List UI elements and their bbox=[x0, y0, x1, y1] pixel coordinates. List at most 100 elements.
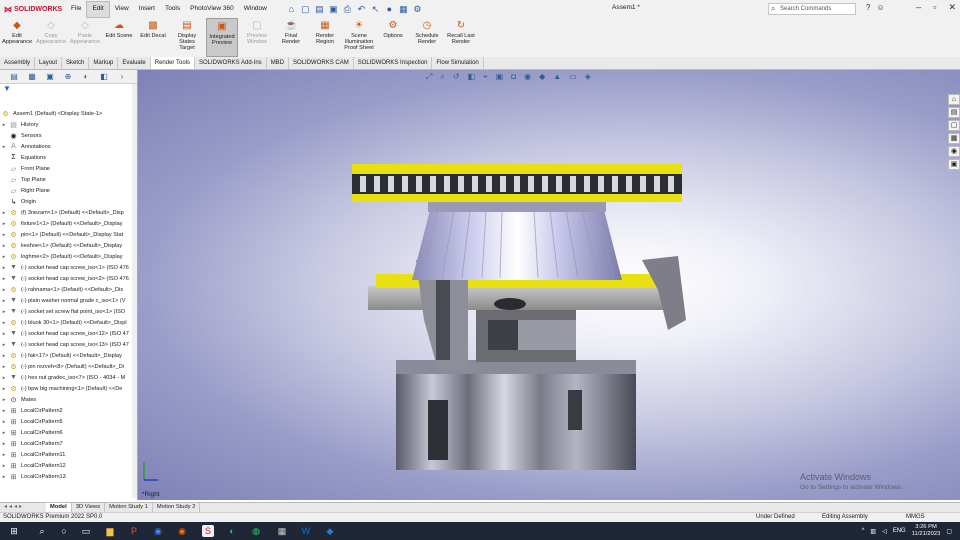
tab-sketch[interactable]: Sketch bbox=[62, 57, 90, 69]
tree-item[interactable]: ▱ Top Plane bbox=[0, 174, 138, 185]
calculator-icon[interactable]: ▦ bbox=[276, 525, 288, 537]
tree-root[interactable]: ⚙ Assem1 (Default) <Display State-1> bbox=[0, 108, 138, 119]
account-icon[interactable]: ☺ bbox=[876, 3, 884, 12]
expand-arrow-icon[interactable]: ▸ bbox=[0, 375, 8, 381]
expand-arrow-icon[interactable]: ▸ bbox=[0, 386, 8, 392]
tab-layout[interactable]: Layout bbox=[35, 57, 63, 69]
unit-system[interactable]: MMGS bbox=[906, 514, 925, 520]
tab-evaluate[interactable]: Evaluate bbox=[118, 57, 151, 69]
tree-item[interactable]: ▸ ⚙ (-) fak<17> (Default) <<Default>_Displ… bbox=[0, 350, 138, 361]
expand-arrow-icon[interactable]: ▸ bbox=[0, 309, 8, 315]
expand-arrow-icon[interactable]: ▸ bbox=[0, 419, 8, 425]
volume-icon[interactable]: ◁ bbox=[882, 528, 887, 535]
powerpoint-icon[interactable]: P bbox=[128, 525, 140, 537]
design-library-icon[interactable]: ▤ bbox=[948, 107, 960, 118]
search-icon[interactable]: ⌕ bbox=[36, 525, 48, 537]
tree-item[interactable]: ▸ ⊞ LocalCirPattern5 bbox=[0, 416, 138, 427]
menu-edit[interactable]: Edit bbox=[86, 1, 110, 18]
display-states-target-button[interactable]: ▤ Display States Target bbox=[172, 18, 202, 57]
model-tab-3d-views[interactable]: 3D Views bbox=[72, 503, 106, 512]
render-region-button[interactable]: ▦ Render Region bbox=[310, 18, 340, 57]
edge-icon[interactable]: ◐ bbox=[226, 525, 238, 537]
panel-scrollbar[interactable] bbox=[132, 84, 137, 498]
property-manager-tab-icon[interactable]: ▦ bbox=[26, 72, 38, 81]
tree-item[interactable]: ▸ ⚙ keshoe<1> (Default) <<Default>_Display bbox=[0, 240, 138, 251]
expand-arrow-icon[interactable]: ▸ bbox=[0, 320, 8, 326]
tree-item[interactable]: ▸ ⚙ pin<1> (Default) <<Default>_Display St… bbox=[0, 229, 138, 240]
select-icon[interactable]: ↖ bbox=[370, 4, 381, 15]
expand-arrow-icon[interactable]: ▸ bbox=[0, 254, 8, 260]
tab-markup[interactable]: Markup bbox=[89, 57, 119, 69]
rebuild-icon[interactable]: ● bbox=[384, 4, 395, 15]
display-manager-tab-icon[interactable]: ◐ bbox=[80, 72, 92, 81]
whatsapp-icon[interactable]: ◍ bbox=[250, 525, 262, 537]
tree-item[interactable]: ▸ ▼ (-) socket head cap screw_iso<1> (ISO … bbox=[0, 262, 138, 273]
tree-item[interactable]: ▸ ▤ History bbox=[0, 119, 138, 130]
expand-arrow-icon[interactable]: ▸ bbox=[0, 364, 8, 370]
tab-mbd[interactable]: MBD bbox=[267, 57, 290, 69]
close-icon[interactable]: ✕ bbox=[948, 2, 956, 13]
tree-item[interactable]: ▸ ⊞ LocalCirPattern2 bbox=[0, 405, 138, 416]
options-button[interactable]: ⚙ Options bbox=[378, 18, 408, 57]
network-icon[interactable]: ▥ bbox=[870, 528, 876, 535]
language-indicator[interactable]: ENG bbox=[893, 528, 906, 534]
menu-file[interactable]: File bbox=[66, 0, 86, 18]
expand-arrow-icon[interactable]: ▸ bbox=[0, 232, 8, 238]
final-render-button[interactable]: ☕ Final Render bbox=[276, 18, 306, 57]
expand-arrow-icon[interactable]: ▸ bbox=[0, 342, 8, 348]
tree-item[interactable]: ▸ ⊞ LocalCirPattern12 bbox=[0, 460, 138, 471]
tree-item[interactable]: ▸ ⚙ (-) bluok 30<1> (Default) <<Default>_D… bbox=[0, 317, 138, 328]
dimxpert-tab-icon[interactable]: ⊕ bbox=[62, 72, 74, 81]
view-palette-icon[interactable]: ▦ bbox=[948, 133, 960, 144]
expand-arrow-icon[interactable]: ▸ bbox=[0, 298, 8, 304]
tab-flow-simulation[interactable]: Flow Simulation bbox=[432, 57, 484, 69]
expand-arrow-icon[interactable]: ▸ bbox=[0, 144, 8, 150]
recall-last-render-button[interactable]: ↻ Recall Last Render bbox=[446, 18, 476, 57]
expand-arrow-icon[interactable]: ▸ bbox=[0, 474, 8, 480]
file-explorer-icon[interactable]: ▆ bbox=[104, 525, 116, 537]
tree-item[interactable]: ▱ Right Plane bbox=[0, 185, 138, 196]
tab-solidworks-cam[interactable]: SOLIDWORKS CAM bbox=[289, 57, 354, 69]
tree-item[interactable]: ▸ ⚙ fixture1<1> (Default) <<Default>_Displ… bbox=[0, 218, 138, 229]
expand-arrow-icon[interactable]: ▸ bbox=[0, 408, 8, 414]
tree-item[interactable]: ▸ ⊙ Mates bbox=[0, 394, 138, 405]
model-tab-motion-study-1[interactable]: Motion Study 1 bbox=[105, 503, 153, 512]
model-tab-model[interactable]: Model bbox=[46, 503, 72, 512]
tree-item[interactable]: ▸ ▼ (-) hex nut gradec_iso<7> (ISO - 4034 … bbox=[0, 372, 138, 383]
tree-item[interactable]: ↳ Origin bbox=[0, 196, 138, 207]
panel-next-icon[interactable]: › bbox=[116, 72, 128, 81]
tree-item[interactable]: ◉ Sensors bbox=[0, 130, 138, 141]
tree-item[interactable]: ▸ A Annotations bbox=[0, 141, 138, 152]
undo-icon[interactable]: ↶ bbox=[356, 4, 367, 15]
home-icon[interactable]: ⌂ bbox=[286, 4, 297, 15]
graphics-area[interactable]: ⤢ ⌕ ↺ ◧ ⌖ ▣ ◘ ◉ ◆ ▲ ▭ ◈ ▢ – ✕ bbox=[138, 70, 960, 500]
expand-arrow-icon[interactable]: ▸ bbox=[0, 452, 8, 458]
custom-properties-icon[interactable]: ▣ bbox=[948, 159, 960, 170]
tree-item[interactable]: ▸ ⚙ (f) 3nezam<1> (Default) <<Default>_Dis… bbox=[0, 207, 138, 218]
expand-arrow-icon[interactable]: ▸ bbox=[0, 221, 8, 227]
scene-illumination-proof-sheet-button[interactable]: ☀ Scene Illumination Proof Sheet bbox=[344, 18, 374, 57]
tree-item[interactable]: ▸ ▼ (-) socket head cap screw_iso<12> (ISO… bbox=[0, 328, 138, 339]
tree-item[interactable]: ▸ ⚙ loghme<2> (Default) <<Default>_Display bbox=[0, 251, 138, 262]
tree-item[interactable]: ▸ ▼ (-) socket head cap screw_iso<13> (ISO… bbox=[0, 339, 138, 350]
cam-tab-icon[interactable]: ◧ bbox=[98, 72, 110, 81]
notifications-icon[interactable]: ▢ bbox=[946, 528, 952, 535]
tab-solidworks-add-ins[interactable]: SOLIDWORKS Add-Ins bbox=[195, 57, 267, 69]
tab-assembly[interactable]: Assembly bbox=[0, 57, 36, 69]
task-view-icon[interactable]: ▭ bbox=[80, 525, 92, 537]
model-tab-motion-study-2[interactable]: Motion Study 2 bbox=[153, 503, 201, 512]
windows-start-icon[interactable]: ⊞ bbox=[8, 525, 20, 537]
tree-item[interactable]: ▸ ⊞ LocalCirPattern13 bbox=[0, 471, 138, 482]
expand-arrow-icon[interactable]: ▸ bbox=[0, 210, 8, 216]
expand-arrow-icon[interactable]: ▸ bbox=[0, 441, 8, 447]
help-icon[interactable]: ? bbox=[866, 3, 870, 12]
tree-item[interactable]: ▸ ⚙ (-) pin rezveh<8> (Default) <<Default>… bbox=[0, 361, 138, 372]
tree-item[interactable]: Σ Equations bbox=[0, 152, 138, 163]
chrome-icon[interactable]: ◉ bbox=[152, 525, 164, 537]
solidworks-resources-icon[interactable]: ⌂ bbox=[948, 94, 960, 105]
paste-appearance-button[interactable]: ◇ Paste Appearance bbox=[70, 18, 100, 57]
configuration-manager-tab-icon[interactable]: ▣ bbox=[44, 72, 56, 81]
tree-item[interactable]: ▸ ⊞ LocalCirPattern6 bbox=[0, 427, 138, 438]
feature-manager-tab-icon[interactable]: ▤ bbox=[8, 72, 20, 81]
preview-window-button[interactable]: ▢ Preview Window bbox=[242, 18, 272, 57]
